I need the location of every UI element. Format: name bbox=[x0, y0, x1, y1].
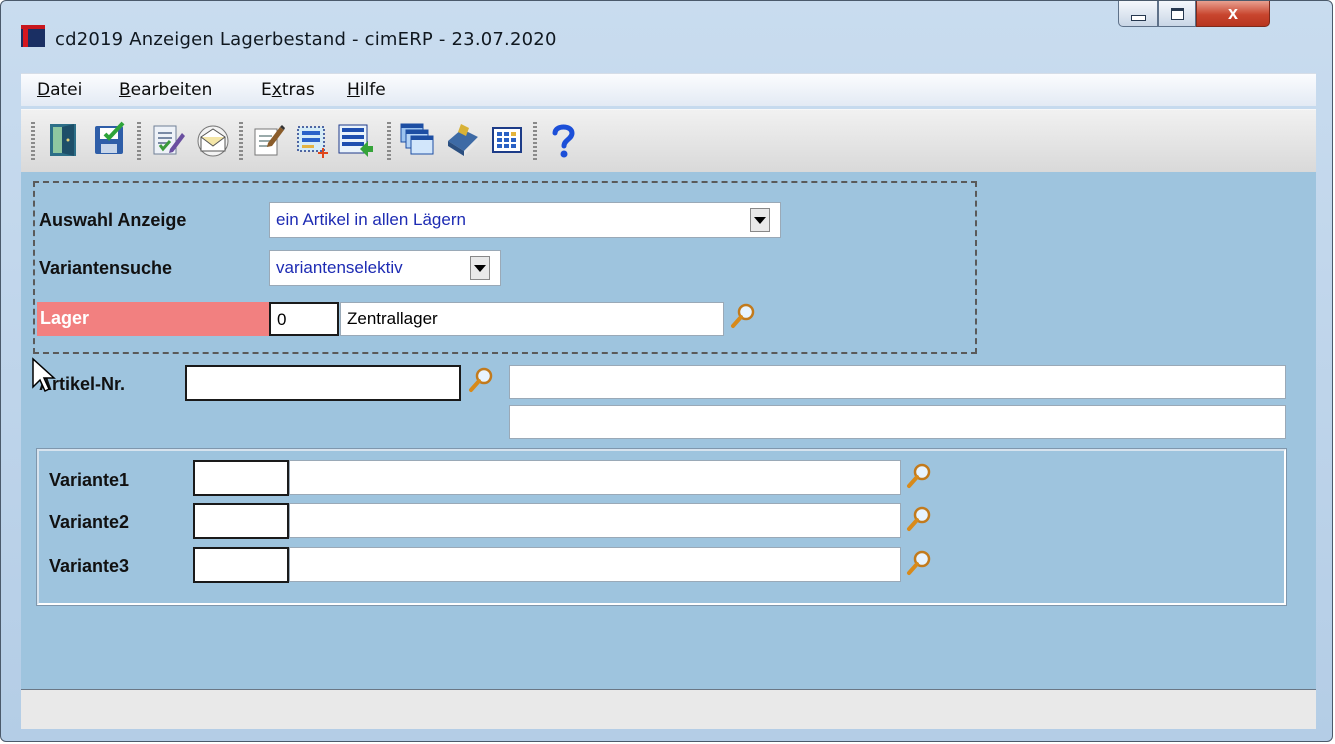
menu-hilfe[interactable]: Hilfe bbox=[347, 80, 386, 100]
lager-name-field[interactable]: Zentrallager bbox=[340, 302, 724, 336]
toolbar-separator bbox=[239, 122, 243, 160]
edit-note-button[interactable] bbox=[247, 118, 291, 162]
list-import-icon bbox=[338, 124, 373, 157]
mail-icon bbox=[197, 125, 229, 157]
artikel-description-2 bbox=[509, 405, 1286, 439]
lager-label: Lager bbox=[40, 308, 90, 328]
edit-document-button[interactable] bbox=[145, 118, 189, 162]
edit-note-icon bbox=[254, 125, 285, 156]
windows-cascade-icon bbox=[400, 123, 434, 155]
maximize-button[interactable] bbox=[1158, 1, 1196, 27]
lager-label-bar: Lager bbox=[37, 302, 269, 336]
maximize-icon bbox=[1170, 7, 1184, 20]
variante2-search-icon[interactable] bbox=[905, 505, 933, 533]
variante2-label: Variante2 bbox=[49, 512, 130, 532]
windows-cascade-button[interactable] bbox=[395, 118, 439, 162]
variante3-description-field bbox=[289, 547, 901, 582]
menu-datei[interactable]: Datei bbox=[37, 80, 82, 100]
minimize-button[interactable] bbox=[1118, 1, 1158, 27]
new-selection-button[interactable] bbox=[291, 118, 335, 162]
help-icon bbox=[552, 124, 575, 158]
chevron-down-icon[interactable] bbox=[750, 208, 770, 232]
chevron-down-icon[interactable] bbox=[470, 256, 490, 280]
artikel-search-icon[interactable] bbox=[467, 366, 495, 394]
variante3-code-field[interactable] bbox=[193, 547, 289, 583]
variantensuche-label: Variantensuche bbox=[39, 258, 173, 278]
save-button[interactable] bbox=[87, 118, 131, 162]
variante2-description-field bbox=[289, 503, 901, 538]
app-logo-icon bbox=[21, 25, 45, 47]
close-button[interactable]: x bbox=[1196, 1, 1270, 27]
toolbar-separator bbox=[137, 122, 141, 160]
auswahl-anzeige-select[interactable]: ein Artikel in allen Lägern bbox=[269, 202, 781, 238]
window-title: cd2019 Anzeigen Lagerbestand - cimERP - … bbox=[55, 29, 557, 50]
variante1-code-field[interactable] bbox=[193, 460, 289, 496]
form-area: Auswahl Anzeige ein Artikel in allen Läg… bbox=[21, 172, 1316, 689]
auswahl-anzeige-label: Auswahl Anzeige bbox=[39, 210, 187, 230]
calculator-icon bbox=[492, 127, 522, 153]
book-button[interactable] bbox=[441, 118, 485, 162]
title-bar[interactable]: cd2019 Anzeigen Lagerbestand - cimERP - … bbox=[1, 1, 1332, 63]
toolbar-separator bbox=[387, 122, 391, 160]
new-selection-icon bbox=[297, 126, 328, 158]
minimize-icon bbox=[1130, 14, 1146, 21]
variante2-code-field[interactable] bbox=[193, 503, 289, 539]
close-icon: x bbox=[1227, 3, 1238, 23]
menu-extras[interactable]: Extras bbox=[261, 80, 315, 100]
help-button[interactable] bbox=[541, 118, 585, 162]
list-import-button[interactable] bbox=[333, 118, 377, 162]
variante1-search-icon[interactable] bbox=[905, 462, 933, 490]
artikel-nr-field[interactable] bbox=[185, 365, 461, 401]
app-window: cd2019 Anzeigen Lagerbestand - cimERP - … bbox=[0, 0, 1333, 742]
toolbar bbox=[21, 109, 1316, 173]
edit-document-icon bbox=[153, 125, 185, 155]
lager-code-field[interactable]: 0 bbox=[269, 302, 339, 336]
variante3-label: Variante3 bbox=[49, 556, 130, 576]
toolbar-grip[interactable] bbox=[31, 122, 35, 160]
artikel-description-1 bbox=[509, 365, 1286, 399]
variante3-search-icon[interactable] bbox=[905, 549, 933, 577]
menu-bearbeiten[interactable]: Bearbeiten bbox=[119, 80, 212, 100]
lager-search-icon[interactable] bbox=[729, 302, 757, 330]
variante1-description-field bbox=[289, 460, 901, 495]
save-icon bbox=[95, 121, 125, 154]
mouse-cursor-icon bbox=[32, 357, 56, 393]
exit-door-icon bbox=[50, 124, 76, 156]
status-bar bbox=[21, 689, 1316, 729]
menu-bar: Datei Bearbeiten Extras Hilfe bbox=[21, 73, 1316, 106]
toolbar-separator bbox=[533, 122, 537, 160]
variante1-label: Variante1 bbox=[49, 470, 130, 490]
variantensuche-select[interactable]: variantenselektiv bbox=[269, 250, 501, 286]
exit-button[interactable] bbox=[41, 118, 85, 162]
calculator-button[interactable] bbox=[485, 118, 529, 162]
mail-button[interactable] bbox=[191, 118, 235, 162]
book-icon bbox=[448, 124, 478, 156]
